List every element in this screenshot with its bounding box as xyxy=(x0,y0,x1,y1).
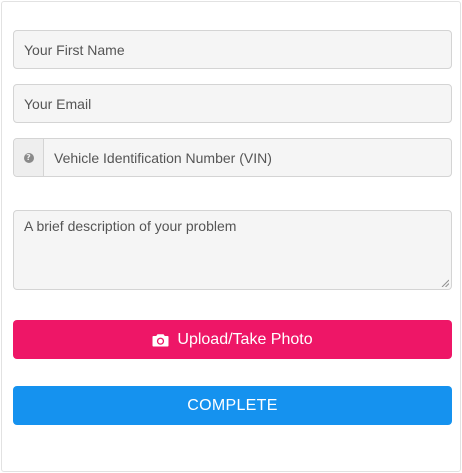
upload-photo-label: Upload/Take Photo xyxy=(177,330,313,348)
email-field[interactable] xyxy=(13,84,452,123)
description-textarea[interactable] xyxy=(14,211,451,289)
camera-icon xyxy=(152,333,169,346)
first-name-field[interactable] xyxy=(13,30,452,69)
complete-label: COMPLETE xyxy=(187,396,278,414)
description-field[interactable] xyxy=(13,210,452,290)
resize-grip-icon[interactable] xyxy=(441,279,449,287)
question-circle-icon[interactable]: ? xyxy=(23,152,34,163)
complete-button[interactable]: COMPLETE xyxy=(13,386,452,425)
form-card: ? Upload/Take Photo COMPLETE xyxy=(1,1,461,472)
vin-input[interactable] xyxy=(44,139,451,176)
upload-photo-button[interactable]: Upload/Take Photo xyxy=(13,320,452,359)
vin-field[interactable]: ? xyxy=(13,138,452,177)
email-input[interactable] xyxy=(14,85,451,122)
vin-help-addon[interactable]: ? xyxy=(14,139,44,176)
first-name-input[interactable] xyxy=(14,31,451,68)
